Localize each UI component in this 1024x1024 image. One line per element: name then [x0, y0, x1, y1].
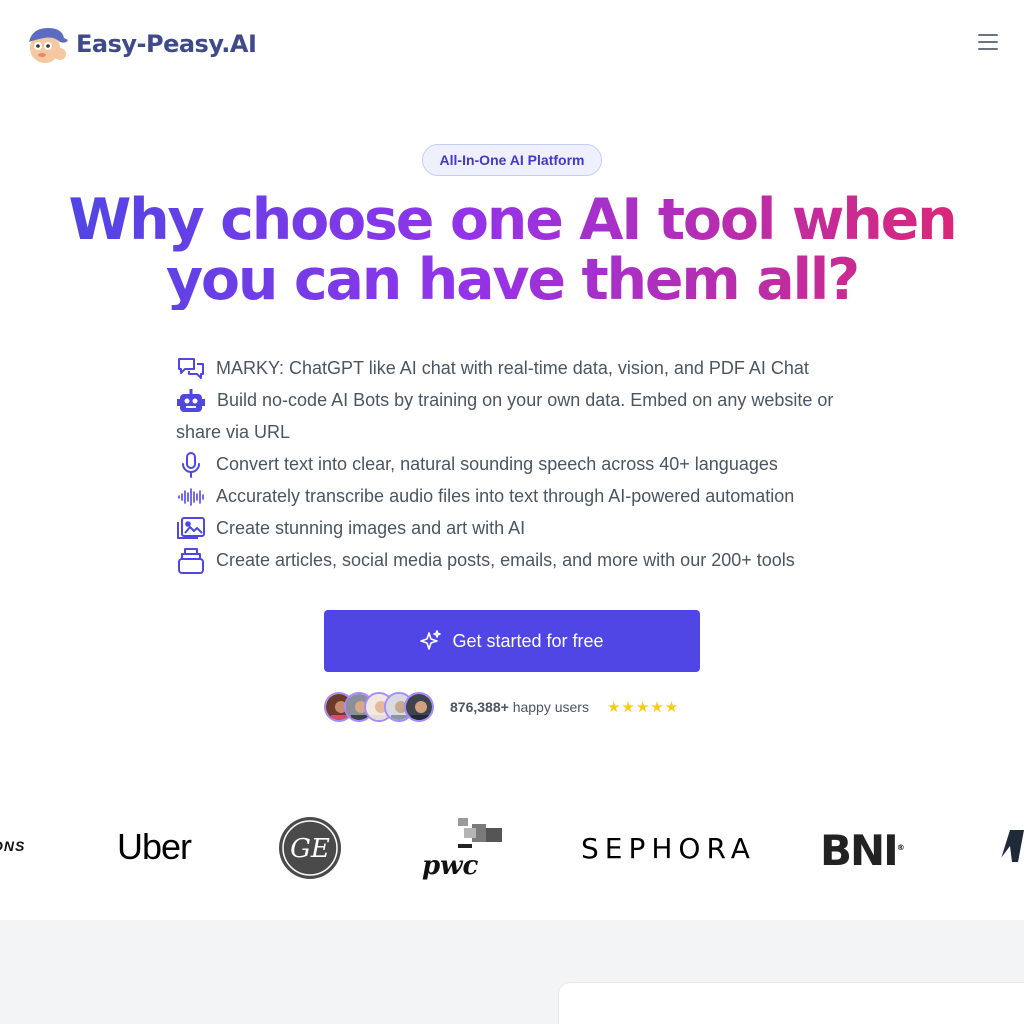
- next-section: [0, 920, 1024, 1024]
- client-logos: ONS Uber GE pwc SEPHORA BNI®: [0, 800, 1024, 900]
- user-avatars: [324, 692, 434, 722]
- mascot-logo-icon: [29, 28, 68, 63]
- hero-headline: Why choose one AI tool when you can have…: [62, 190, 962, 310]
- feature-item: Convert text into clear, natural soundin…: [176, 448, 856, 480]
- platform-badge: All-In-One AI Platform: [422, 144, 602, 176]
- happy-users-count: 876,388+ happy users: [450, 699, 589, 715]
- chat-bubbles-icon: [176, 355, 206, 383]
- stack-icon: [176, 547, 206, 575]
- sparkles-icon: [420, 630, 442, 650]
- preview-card: [558, 982, 1024, 1024]
- ge-logo: GE: [279, 817, 341, 879]
- feature-item: Create stunning images and art with AI: [176, 512, 856, 544]
- svg-text:GE: GE: [290, 834, 330, 864]
- partial-logo-right: [998, 830, 1024, 862]
- get-started-button[interactable]: Get started for free: [324, 610, 700, 672]
- feature-item: Accurately transcribe audio files into t…: [176, 480, 856, 512]
- uber-logo: Uber: [117, 826, 192, 867]
- feature-item: Build no-code AI Bots by training on you…: [176, 384, 856, 448]
- hamburger-menu-icon[interactable]: [978, 34, 998, 52]
- robot-icon: [176, 387, 206, 415]
- audio-waveform-icon: [176, 483, 206, 511]
- microphone-icon: [176, 451, 206, 479]
- bni-logo: BNI®: [820, 826, 905, 875]
- pwc-logo: pwc: [422, 818, 502, 880]
- social-proof: 876,388+ happy users ★★★★★: [324, 690, 679, 724]
- site-header: Easy-Peasy.AI: [0, 0, 1024, 88]
- brand-name: Easy-Peasy.AI: [76, 30, 257, 58]
- svg-text:pwc: pwc: [422, 851, 479, 880]
- images-icon: [176, 515, 206, 543]
- partial-logo-left: ONS: [0, 838, 26, 854]
- avatar: [404, 692, 434, 722]
- get-started-label: Get started for free: [452, 630, 604, 651]
- feature-list: MARKY: ChatGPT like AI chat with real-ti…: [176, 352, 856, 576]
- brand-logo[interactable]: Easy-Peasy.AI: [24, 24, 257, 64]
- sephora-logo: SEPHORA: [581, 832, 756, 865]
- feature-item: MARKY: ChatGPT like AI chat with real-ti…: [176, 352, 856, 384]
- rating-stars: ★★★★★: [606, 699, 680, 716]
- feature-item: Create articles, social media posts, ema…: [176, 544, 856, 576]
